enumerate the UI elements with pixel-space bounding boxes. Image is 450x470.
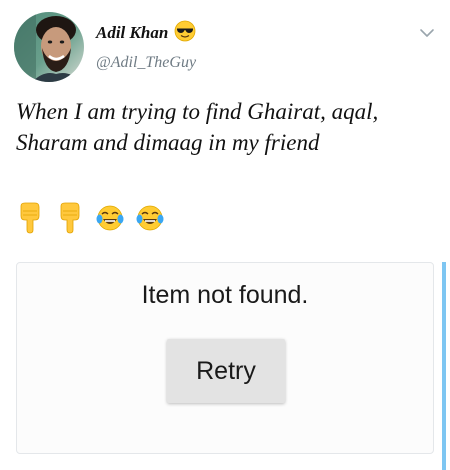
error-message: Item not found. xyxy=(141,281,309,309)
embedded-media-card: Item not found. Retry xyxy=(16,262,434,454)
display-name[interactable]: Adil Khan xyxy=(96,23,168,43)
pointing-down-emoji-icon xyxy=(20,202,40,234)
avatar[interactable] xyxy=(14,12,84,82)
tweet-text: When I am trying to find Ghairat, aqal, … xyxy=(16,99,379,155)
face-with-tears-of-joy-emoji-icon xyxy=(96,205,124,231)
card-accent-stripe xyxy=(442,262,446,470)
retry-button[interactable]: Retry xyxy=(167,339,285,403)
sunglasses-emoji-icon xyxy=(174,20,196,47)
emoji-row xyxy=(16,200,164,236)
chevron-down-icon[interactable] xyxy=(416,22,438,44)
tweet-header: Adil Khan @Adil_TheGuy xyxy=(14,12,438,82)
pointing-down-emoji-icon xyxy=(60,202,80,234)
face-with-tears-of-joy-emoji-icon xyxy=(136,205,164,231)
user-handle[interactable]: @Adil_TheGuy xyxy=(96,54,196,72)
author-info: Adil Khan @Adil_TheGuy xyxy=(96,20,196,72)
